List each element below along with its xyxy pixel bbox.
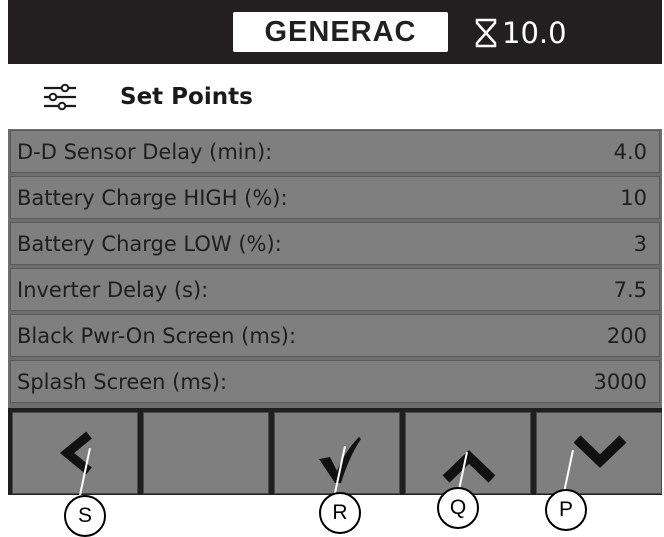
setpoint-value: 3 <box>633 232 647 256</box>
setpoint-value: 200 <box>606 324 647 348</box>
setpoint-row-splash-screen[interactable]: Splash Screen (ms): 3000 <box>10 360 660 403</box>
setpoint-label: Battery Charge HIGH (%): <box>17 186 288 210</box>
callout-r: R <box>319 492 361 534</box>
setpoint-label: Splash Screen (ms): <box>17 370 228 394</box>
blank-button[interactable] <box>143 412 269 494</box>
back-button[interactable] <box>12 412 138 494</box>
callout-q: Q <box>437 487 479 529</box>
setpoint-label: Inverter Delay (s): <box>17 278 209 302</box>
setpoint-label: D-D Sensor Delay (min): <box>17 140 273 164</box>
sliders-icon <box>44 83 76 110</box>
generac-logo: GENERAC <box>233 12 448 52</box>
header-bar: GENERAC 10.0 <box>8 0 662 64</box>
chevron-up-icon <box>442 450 496 483</box>
up-button[interactable] <box>405 412 531 494</box>
hourglass-icon <box>475 18 497 48</box>
chevron-down-icon <box>573 435 627 468</box>
down-button[interactable] <box>536 412 662 494</box>
timer-value: 10.0 <box>502 16 567 50</box>
setpoint-value: 3000 <box>593 370 647 394</box>
setpoint-label: Battery Charge LOW (%): <box>17 232 282 256</box>
setpoint-value: 10 <box>620 186 647 210</box>
page-title: Set Points <box>120 83 253 110</box>
callout-s: S <box>64 495 106 537</box>
chevron-left-icon <box>59 431 92 475</box>
title-bar: Set Points <box>8 64 662 129</box>
callout-label: Q <box>449 496 467 519</box>
setpoint-list: D-D Sensor Delay (min): 4.0 Battery Char… <box>8 129 662 408</box>
setpoint-row-black-pwr-on-screen[interactable]: Black Pwr-On Screen (ms): 200 <box>10 314 660 357</box>
callout-p: P <box>545 489 587 531</box>
setpoint-row-inverter-delay[interactable]: Inverter Delay (s): 7.5 <box>10 268 660 311</box>
setpoint-row-battery-charge-low[interactable]: Battery Charge LOW (%): 3 <box>10 222 660 265</box>
callout-label: P <box>558 498 573 521</box>
soft-key-bar <box>8 408 662 495</box>
hmi-screen: GENERAC 10.0 Set Points D-D Sensor Delay… <box>8 0 662 495</box>
setpoint-row-dd-sensor-delay[interactable]: D-D Sensor Delay (min): 4.0 <box>10 130 660 173</box>
brand-text: GENERAC <box>264 15 417 48</box>
setpoint-value: 7.5 <box>613 278 647 302</box>
timer: 10.0 <box>474 14 567 52</box>
callout-label: R <box>332 501 348 524</box>
callout-label: S <box>77 504 92 527</box>
setpoint-value: 4.0 <box>613 140 647 164</box>
setpoint-row-battery-charge-high[interactable]: Battery Charge HIGH (%): 10 <box>10 176 660 219</box>
setpoint-label: Black Pwr-On Screen (ms): <box>17 324 297 348</box>
